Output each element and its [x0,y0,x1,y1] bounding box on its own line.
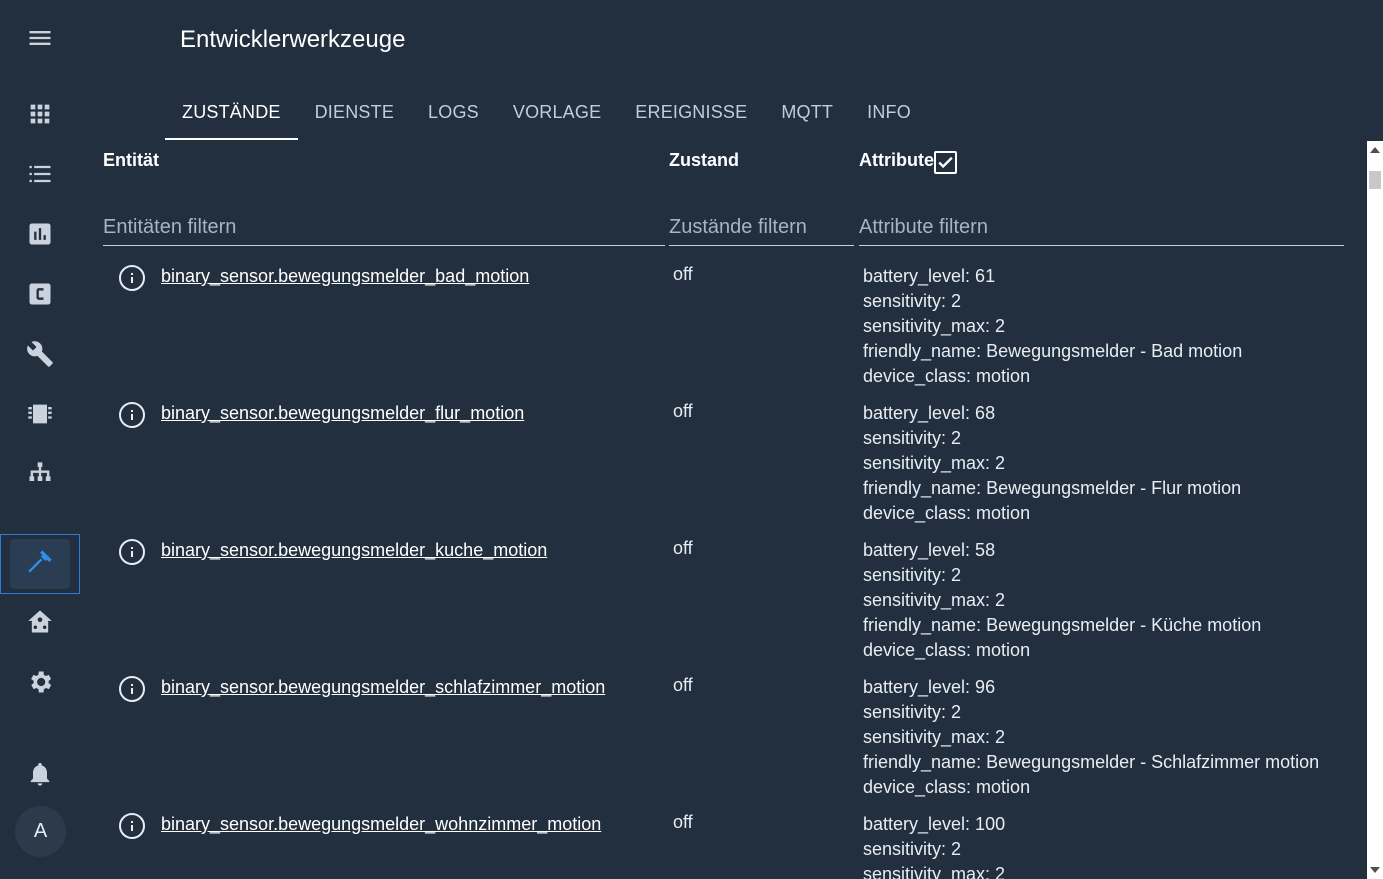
attribute-line: friendly_name: Bewegungsmelder - Schlafz… [863,752,1320,772]
sidebar-item-developer-tools[interactable] [0,534,80,594]
entity-link[interactable]: binary_sensor.bewegungsmelder_flur_motio… [161,403,524,424]
apps-icon [26,100,54,133]
menu-icon [26,24,54,57]
attribute-line: friendly_name: Bewegungsmelder - Flur mo… [863,478,1242,498]
sidebar-item-logbook[interactable] [0,146,80,206]
attribute-line: battery_level: 100 [863,814,1006,834]
entity-column-header: Entität [103,150,159,170]
attribute-line: sensitivity: 2 [863,565,962,585]
tab-services[interactable]: DIENSTE [298,84,411,140]
tab-states[interactable]: ZUSTÄNDE [165,84,298,140]
attribute-line: sensitivity: 2 [863,839,962,859]
sidebar-item-history[interactable] [0,206,80,266]
state-filter-input[interactable] [669,210,854,246]
sidebar-item-code[interactable] [0,266,80,326]
attribute-line: battery_level: 61 [863,266,996,286]
attribute-line: sensitivity_max: 2 [863,453,1006,473]
state-column-header: Zustand [669,150,739,170]
entity-state: off [673,264,693,284]
attribute-line: friendly_name: Bewegungsmelder - Küche m… [863,615,1262,635]
attribute-line: battery_level: 68 [863,403,996,423]
attributes-checkbox[interactable] [934,151,957,174]
scrollbar-thumb[interactable] [1369,171,1381,189]
entity-attributes: battery_level: 96 sensitivity: 2 sensiti… [863,675,1319,800]
attribute-line: friendly_name: Bewegungsmelder - Bad mot… [863,341,1243,361]
attribute-line: device_class: motion [863,503,1031,523]
info-icon[interactable] [119,265,145,291]
info-icon[interactable] [119,676,145,702]
attribute-line: device_class: motion [863,366,1031,386]
hammer-icon [26,548,54,581]
sidebar-item-esphome[interactable] [0,386,80,446]
entity-state: off [673,538,693,558]
wrench-icon [26,340,54,373]
attribute-line: device_class: motion [863,640,1031,660]
attribute-line: device_class: motion [863,777,1031,797]
info-icon[interactable] [119,402,145,428]
info-icon[interactable] [119,539,145,565]
info-icon[interactable] [119,813,145,839]
attribute-line: sensitivity_max: 2 [863,590,1006,610]
sidebar-item-overview[interactable] [0,86,80,146]
bell-icon [26,760,54,793]
network-icon [26,460,54,493]
page-title: Entwicklerwerkzeuge [180,26,406,53]
sidebar-item-hacs[interactable] [0,594,80,654]
entity-link[interactable]: binary_sensor.bewegungsmelder_wohnzimmer… [161,814,601,835]
entity-state: off [673,401,693,421]
sidebar-item-network[interactable] [0,446,80,506]
tab-bar: ZUSTÄNDE DIENSTE LOGS VORLAGE EREIGNISSE… [165,84,928,140]
tab-template[interactable]: VORLAGE [496,84,618,140]
entity-attributes: battery_level: 58 sensitivity: 2 sensiti… [863,538,1261,663]
attribute-line: sensitivity: 2 [863,428,962,448]
list-icon [26,160,54,193]
sidebar-menu-button[interactable] [0,10,80,70]
attribute-line: sensitivity: 2 [863,291,962,311]
check-icon [938,156,953,169]
chart-icon [26,220,54,253]
entity-link[interactable]: binary_sensor.bewegungsmelder_bad_motion [161,266,529,287]
vertical-scrollbar[interactable] [1367,141,1383,879]
sidebar: A [0,0,80,879]
entity-attributes: battery_level: 68 sensitivity: 2 sensiti… [863,401,1241,526]
user-avatar[interactable]: A [15,806,66,857]
sidebar-item-notifications[interactable] [0,746,80,806]
attributes-filter-input[interactable] [859,210,1344,246]
tab-mqtt[interactable]: MQTT [764,84,850,140]
tab-events[interactable]: EREIGNISSE [618,84,764,140]
attribute-line: sensitivity: 2 [863,702,962,722]
sidebar-item-settings[interactable] [0,654,80,714]
entity-attributes: battery_level: 61 sensitivity: 2 sensiti… [863,264,1242,389]
entity-filter-input[interactable] [103,210,665,246]
attribute-line: sensitivity_max: 2 [863,864,1006,879]
tab-logs[interactable]: LOGS [411,84,496,140]
entity-state: off [673,675,693,695]
attribute-line: sensitivity_max: 2 [863,316,1006,336]
attribute-line: battery_level: 96 [863,677,996,697]
sidebar-item-tools[interactable] [0,326,80,386]
tab-info[interactable]: INFO [850,84,928,140]
chip-icon [26,400,54,433]
attributes-column-header: Attribute [859,150,934,170]
scroll-down-arrow-icon[interactable] [1367,863,1383,877]
attribute-line: sensitivity_max: 2 [863,727,1006,747]
entity-link[interactable]: binary_sensor.bewegungsmelder_schlafzimm… [161,677,605,698]
scroll-up-arrow-icon[interactable] [1367,143,1383,157]
attribute-line: battery_level: 58 [863,540,996,560]
home-assistant-icon [26,608,54,641]
entity-link[interactable]: binary_sensor.bewegungsmelder_kuche_moti… [161,540,547,561]
entity-attributes: battery_level: 100 sensitivity: 2 sensit… [863,812,1005,879]
gear-icon [26,668,54,701]
code-c-icon [26,280,54,313]
entity-state: off [673,812,693,832]
